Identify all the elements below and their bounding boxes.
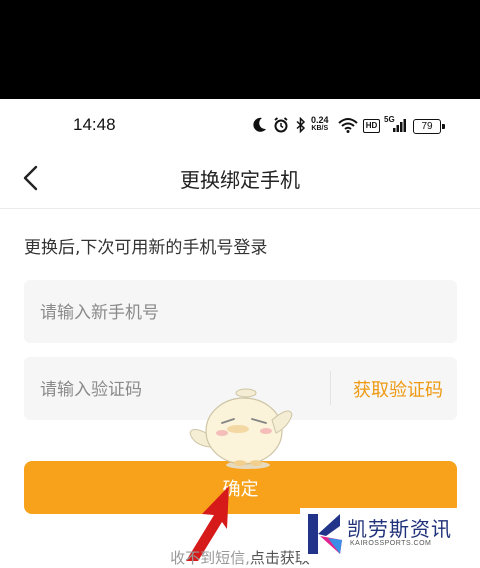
- phone-input[interactable]: [38, 280, 332, 345]
- nav-bar: 更换绑定手机: [0, 151, 480, 209]
- battery-icon: 79: [413, 119, 445, 134]
- form-hint: 更换后,下次可用新的手机号登录: [24, 238, 268, 258]
- field-divider: [330, 371, 331, 405]
- get-code-button[interactable]: 获取验证码: [353, 376, 443, 402]
- net-speed-value: 0.24: [311, 115, 329, 125]
- net-speed-unit: KB/S: [311, 125, 329, 132]
- hd-badge: HD: [363, 119, 380, 133]
- brand-logo-icon: [308, 514, 342, 554]
- watermark-name: 凯劳斯资讯: [347, 517, 452, 541]
- site-watermark: 凯劳斯资讯 KAIROSSPORTS.COM: [300, 508, 480, 561]
- watermark-domain: KAIROSSPORTS.COM: [350, 540, 432, 547]
- status-time: 14:48: [73, 115, 116, 134]
- bottom-hint-text: 收不到短信: [170, 549, 246, 567]
- status-bar: 14:48 0.24 KB/S HD 5G 79: [0, 99, 480, 151]
- moon-icon: [253, 117, 266, 132]
- mascot-watermark-icon: [189, 388, 293, 469]
- alarm-icon: [274, 117, 288, 133]
- net-speed: 0.24 KB/S: [311, 116, 329, 133]
- page-title: 更换绑定手机: [180, 168, 300, 192]
- phone-field: [24, 280, 457, 345]
- top-black-band: [0, 0, 480, 99]
- wifi-icon: [338, 118, 358, 133]
- bluetooth-icon: [296, 117, 306, 133]
